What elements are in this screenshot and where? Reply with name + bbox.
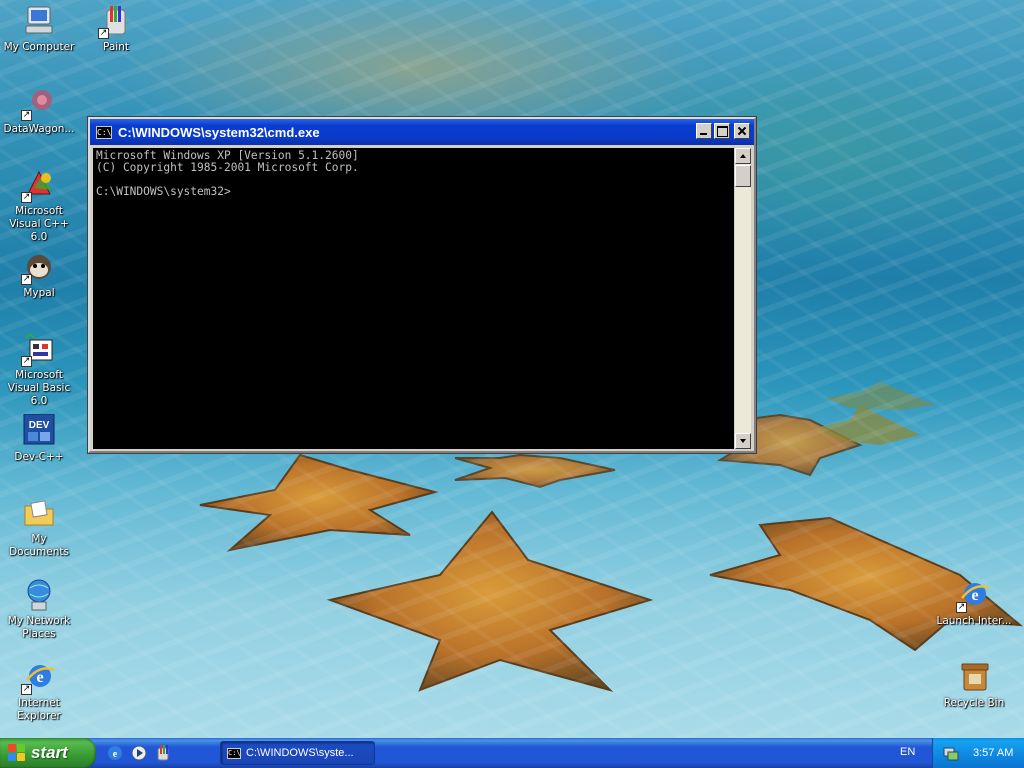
start-button[interactable]: start (0, 738, 96, 768)
scroll-down-button[interactable] (735, 433, 751, 449)
close-button[interactable] (734, 123, 750, 139)
recycle-bin-icon (957, 660, 991, 694)
vertical-scrollbar[interactable] (735, 148, 751, 449)
datawagon-icon: ↗ (21, 86, 56, 121)
desktop-icon-my-computer[interactable]: My Computer (0, 4, 78, 54)
paint-quicklaunch-icon[interactable] (154, 744, 172, 762)
svg-text:DEV: DEV (29, 420, 50, 431)
minimize-button[interactable] (696, 123, 712, 139)
maximize-button[interactable] (714, 123, 730, 139)
taskbar-button-label: C:\WINDOWS\syste... (246, 747, 354, 759)
taskbar-button-cmd[interactable]: C:\ C:\WINDOWS\syste... (220, 741, 375, 765)
quick-launch: e (106, 744, 172, 762)
desktop-icon-visual-cpp[interactable]: ↗ Microsoft Visual C++ 6.0 (0, 168, 78, 244)
mypal-icon: ↗ (21, 250, 56, 285)
desktop-icon-visual-basic[interactable]: ↗ Microsoft Visual Basic 6.0 (0, 332, 78, 408)
shortcut-arrow-icon: ↗ (21, 684, 32, 695)
dev-cpp-icon: DEV (22, 413, 56, 448)
shortcut-arrow-icon: ↗ (98, 28, 109, 39)
network-tray-icon[interactable] (943, 745, 959, 761)
console-output[interactable]: Microsoft Windows XP [Version 5.1.2600] … (93, 148, 734, 449)
desktop-icon-datawagon[interactable]: ↗ DataWagon... (0, 86, 78, 136)
scroll-thumb[interactable] (735, 165, 751, 187)
my-documents-icon (22, 496, 56, 530)
cmd-app-icon[interactable]: C:\ (96, 125, 112, 139)
desktop-icon-paint[interactable]: ↗ Paint (77, 4, 155, 54)
desktop-icon-network-places[interactable]: My Network Places (0, 578, 78, 641)
media-player-quicklaunch-icon[interactable] (130, 744, 148, 762)
desktop-icon-dev-cpp[interactable]: DEV Dev-C++ (0, 413, 78, 464)
clock[interactable]: 3:57 AM (973, 747, 1013, 759)
internet-explorer-icon: e ↗ (21, 660, 56, 695)
window-controls (696, 123, 750, 139)
svg-text:e: e (113, 749, 118, 760)
visual-cpp-icon: ↗ (21, 168, 56, 203)
cmd-taskbar-icon: C:\ (227, 747, 241, 759)
desktop-icon-my-documents[interactable]: My Documents (0, 496, 78, 559)
shortcut-arrow-icon: ↗ (21, 110, 32, 121)
my-computer-icon (22, 4, 56, 38)
scroll-up-button[interactable] (735, 148, 751, 164)
desktop-icon-launch-internet[interactable]: e ↗ Launch Inter... (935, 578, 1013, 628)
network-places-icon (22, 578, 56, 612)
windows-flag-icon (8, 744, 26, 762)
desktop-icon-internet-explorer[interactable]: e ↗ Internet Explorer (0, 660, 78, 723)
system-tray: 3:57 AM (932, 738, 1024, 768)
cmd-window[interactable]: C:\ C:\WINDOWS\system32\cmd.exe Microsof… (88, 117, 756, 453)
shortcut-arrow-icon: ↗ (956, 602, 967, 613)
console-prompt: C:\WINDOWS\system32> (96, 185, 231, 198)
internet-explorer-quicklaunch-icon[interactable]: e (106, 744, 124, 762)
shortcut-arrow-icon: ↗ (21, 192, 32, 203)
paint-icon: ↗ (98, 4, 133, 39)
shortcut-arrow-icon: ↗ (21, 274, 32, 285)
cmd-title-bar[interactable]: C:\ C:\WINDOWS\system32\cmd.exe (90, 119, 754, 145)
visual-basic-icon: ↗ (21, 332, 56, 367)
shortcut-arrow-icon: ↗ (21, 356, 32, 367)
launch-internet-icon: e ↗ (956, 578, 991, 613)
start-label: start (31, 743, 68, 762)
desktop-icon-recycle-bin[interactable]: Recycle Bin (935, 660, 1013, 710)
console-line: (C) Copyright 1985-2001 Microsoft Corp. (96, 161, 359, 174)
desktop-icon-mypal[interactable]: ↗ Mypal (0, 250, 78, 300)
taskbar: start e C:\ C:\WINDOWS\syste... EN 3:57 … (0, 738, 1024, 768)
cmd-window-title: C:\WINDOWS\system32\cmd.exe (118, 124, 320, 140)
language-indicator[interactable]: EN (900, 746, 915, 758)
